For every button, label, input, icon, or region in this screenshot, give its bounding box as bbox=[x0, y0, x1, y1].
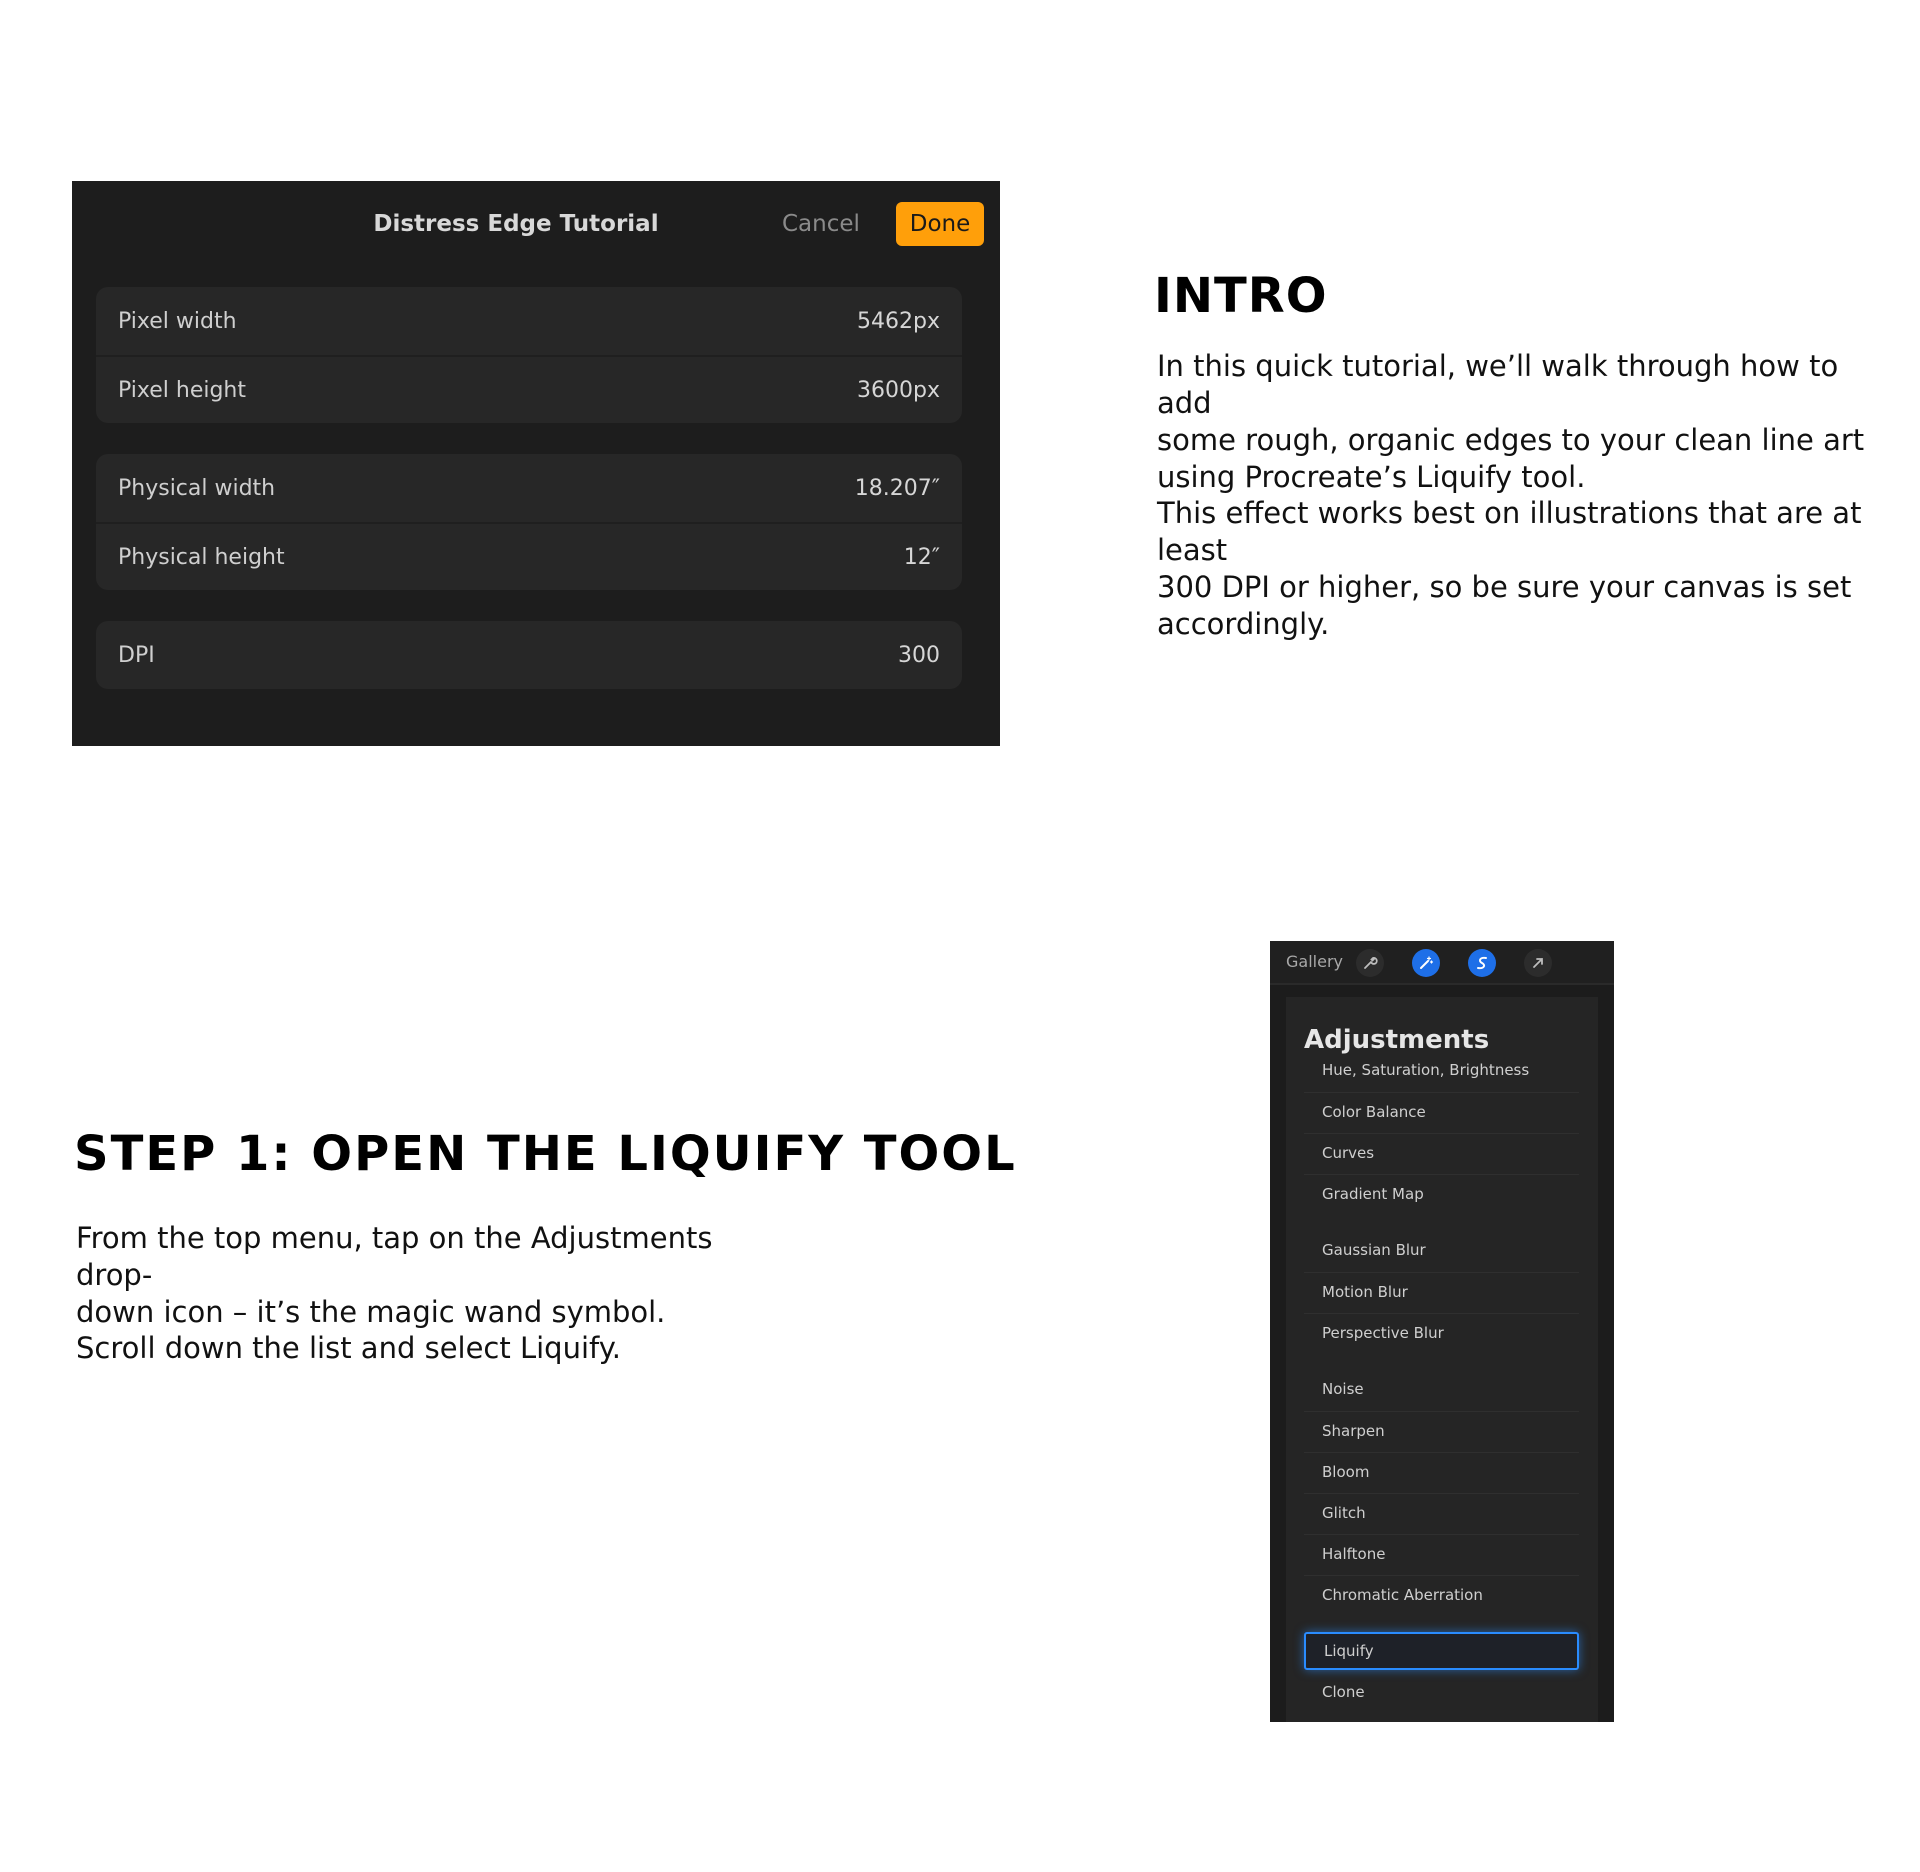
physical-width-row[interactable]: Physical width 18.207″ bbox=[96, 454, 962, 522]
intro-p2-line: This effect works best on illustrations … bbox=[1157, 496, 1862, 567]
pixel-width-label: Pixel width bbox=[118, 308, 237, 334]
magic-wand-icon[interactable] bbox=[1412, 949, 1440, 977]
physical-height-value[interactable]: 12″ bbox=[904, 545, 940, 570]
step1-paragraph-1: From the top menu, tap on the Adjustment… bbox=[76, 1220, 796, 1331]
intro-paragraph-2: This effect works best on illustrations … bbox=[1157, 495, 1897, 643]
dpi-label: DPI bbox=[118, 642, 155, 668]
top-toolbar: Gallery bbox=[1270, 941, 1614, 985]
physical-width-label: Physical width bbox=[118, 475, 276, 501]
intro-paragraph-1: In this quick tutorial, we’ll walk throu… bbox=[1157, 348, 1897, 496]
dpi-value[interactable]: 300 bbox=[898, 643, 940, 668]
menu-item-bloom[interactable]: Bloom bbox=[1304, 1452, 1579, 1490]
dpi-group: DPI 300 bbox=[96, 621, 962, 689]
gallery-button[interactable]: Gallery bbox=[1286, 952, 1343, 971]
menu-item-chromatic-aberration[interactable]: Chromatic Aberration bbox=[1304, 1575, 1579, 1613]
physical-height-row[interactable]: Physical height 12″ bbox=[96, 522, 962, 590]
pixel-height-value[interactable]: 3600px bbox=[857, 378, 940, 403]
pixel-width-row[interactable]: Pixel width 5462px bbox=[96, 287, 962, 355]
intro-p1-line: using Procreate’s Liquify tool. bbox=[1157, 460, 1586, 494]
physical-width-value[interactable]: 18.207″ bbox=[855, 476, 940, 501]
intro-p2-line: accordingly. bbox=[1157, 607, 1330, 641]
intro-heading: INTRO bbox=[1154, 268, 1328, 324]
selection-icon[interactable] bbox=[1468, 949, 1496, 977]
dpi-row[interactable]: DPI 300 bbox=[96, 621, 962, 689]
adjustments-menu: Gallery Adjustments Hue, Saturation, Bri… bbox=[1270, 941, 1614, 1722]
menu-item-perspective-blur[interactable]: Perspective Blur bbox=[1304, 1313, 1579, 1351]
menu-item-curves[interactable]: Curves bbox=[1304, 1133, 1579, 1171]
cancel-button[interactable]: Cancel bbox=[782, 211, 860, 237]
pixel-height-row[interactable]: Pixel height 3600px bbox=[96, 355, 962, 423]
step1-paragraph-2: Scroll down the list and select Liquify. bbox=[76, 1331, 621, 1365]
step1-heading: STEP 1: OPEN THE LIQUIFY TOOL bbox=[74, 1126, 1017, 1182]
menu-item-glitch[interactable]: Glitch bbox=[1304, 1493, 1579, 1531]
menu-item-gradient-map[interactable]: Gradient Map bbox=[1304, 1174, 1579, 1212]
menu-item-halftone[interactable]: Halftone bbox=[1304, 1534, 1579, 1572]
menu-item-clone[interactable]: Clone bbox=[1304, 1673, 1579, 1711]
intro-p1-line: In this quick tutorial, we’ll walk throu… bbox=[1157, 349, 1839, 420]
menu-item-hue-saturation-brightness[interactable]: Hue, Saturation, Brightness bbox=[1304, 1051, 1579, 1089]
physical-size-group: Physical width 18.207″ Physical height 1… bbox=[96, 454, 962, 590]
step1-p1-line: down icon – it’s the magic wand symbol. bbox=[76, 1295, 666, 1329]
wrench-icon[interactable] bbox=[1356, 949, 1384, 977]
intro-p1-line: some rough, organic edges to your clean … bbox=[1157, 423, 1865, 457]
menu-item-noise[interactable]: Noise bbox=[1304, 1370, 1579, 1408]
pixel-width-value[interactable]: 5462px bbox=[857, 309, 940, 334]
step1-p1-line: From the top menu, tap on the Adjustment… bbox=[76, 1221, 713, 1292]
transform-arrow-icon[interactable] bbox=[1524, 949, 1552, 977]
menu-item-gaussian-blur[interactable]: Gaussian Blur bbox=[1304, 1231, 1579, 1269]
adjustments-panel: Adjustments Hue, Saturation, Brightness … bbox=[1286, 997, 1598, 1722]
pixel-height-label: Pixel height bbox=[118, 377, 247, 403]
menu-item-sharpen[interactable]: Sharpen bbox=[1304, 1411, 1579, 1449]
physical-height-label: Physical height bbox=[118, 544, 285, 570]
pixel-size-group: Pixel width 5462px Pixel height 3600px bbox=[96, 287, 962, 423]
menu-item-liquify[interactable]: Liquify bbox=[1304, 1632, 1579, 1670]
done-button[interactable]: Done bbox=[896, 202, 984, 246]
intro-p2-line: 300 DPI or higher, so be sure your canva… bbox=[1157, 570, 1852, 604]
menu-item-motion-blur[interactable]: Motion Blur bbox=[1304, 1272, 1579, 1310]
canvas-properties-dialog: Distress Edge Tutorial Cancel Done Pixel… bbox=[72, 181, 1000, 746]
menu-item-color-balance[interactable]: Color Balance bbox=[1304, 1092, 1579, 1130]
dialog-title: Distress Edge Tutorial bbox=[373, 211, 659, 237]
